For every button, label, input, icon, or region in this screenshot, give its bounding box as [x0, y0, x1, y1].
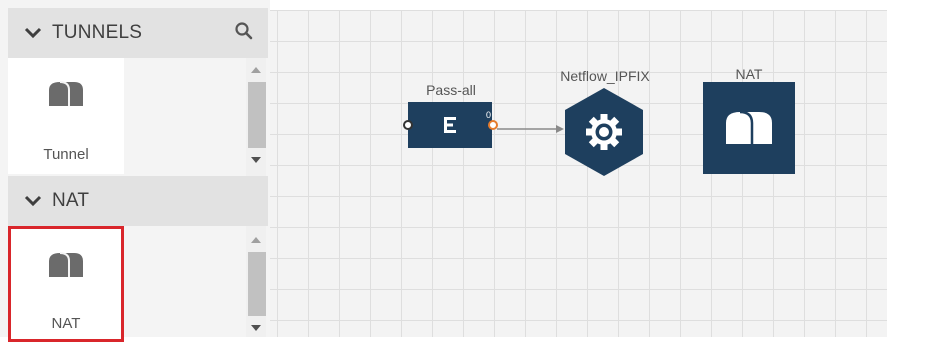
- node-label-nat: NAT: [735, 66, 763, 82]
- output-port-number: 0: [485, 110, 491, 120]
- input-port[interactable]: [403, 120, 413, 130]
- connection-layer: [497, 125, 564, 133]
- filter-icon: [441, 115, 459, 135]
- node-label-pass-all: Pass-all: [426, 82, 476, 98]
- filter-node[interactable]: 0: [403, 102, 498, 148]
- tunnel-icon: [723, 110, 775, 144]
- node-label-netflow-ipfix: Netflow_IPFIX: [560, 68, 650, 84]
- output-port[interactable]: [488, 120, 498, 130]
- netflow-ipfix-node[interactable]: [563, 86, 645, 178]
- nat-node[interactable]: [703, 82, 795, 174]
- gear-icon: [586, 114, 622, 150]
